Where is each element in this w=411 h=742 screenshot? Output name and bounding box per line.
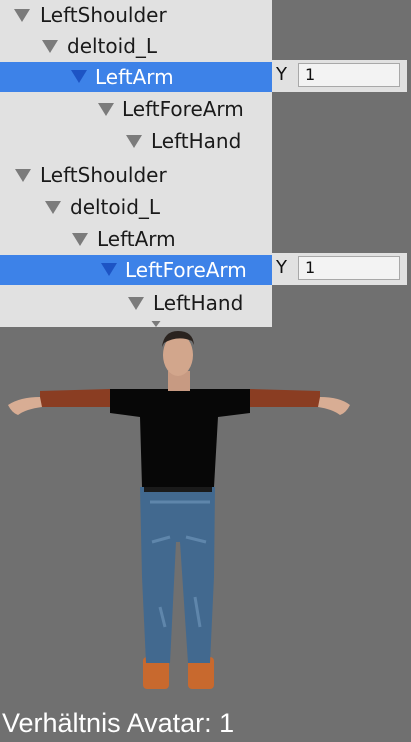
tree-item-leftarm[interactable]: LeftArm	[0, 62, 272, 92]
expand-arrow-icon[interactable]	[101, 263, 117, 276]
y-field-row: Y 1	[272, 253, 407, 285]
expand-arrow-icon[interactable]	[15, 169, 31, 182]
expand-arrow-icon[interactable]	[126, 135, 142, 148]
tree-item-label: LeftForeArm	[125, 258, 247, 282]
tree-item-leftarm[interactable]: LeftArm	[0, 224, 272, 256]
tree-item-leftforearm[interactable]: LeftForeArm	[0, 94, 272, 126]
tree-item-label: LeftShoulder	[40, 3, 167, 27]
tree-item-label: LeftArm	[95, 65, 174, 89]
tree-item-leftforearm[interactable]: LeftForeArm	[0, 255, 272, 285]
avatar-figure	[8, 331, 350, 689]
y-field-row: Y 1	[272, 60, 407, 92]
hierarchy-panel: LeftShoulder deltoid_L LeftArm LeftForeA…	[0, 0, 272, 327]
tree-item-label: LeftForeArm	[122, 97, 244, 121]
tree-item-leftshoulder[interactable]: LeftShoulder	[0, 160, 272, 192]
expand-arrow-icon[interactable]	[71, 70, 87, 83]
tree-item-lefthand[interactable]: LeftHand	[0, 126, 272, 158]
tree-item-label: LeftHand	[151, 129, 242, 153]
right-forearm	[250, 389, 320, 407]
jeans	[140, 487, 215, 663]
expand-arrow-icon[interactable]	[98, 103, 114, 116]
tree-item-label: deltoid_L	[70, 195, 161, 219]
tree-item-deltoid-l[interactable]: deltoid_L	[0, 31, 272, 63]
tree-item-label: LeftHand	[153, 291, 244, 315]
black-shirt	[110, 389, 250, 487]
tree-item-label: LeftArm	[97, 227, 176, 251]
y-field-input[interactable]: 1	[298, 63, 400, 87]
expand-arrow-icon[interactable]	[128, 297, 144, 310]
tree-item-label: deltoid_L	[67, 34, 158, 58]
avatar-ratio-label: Verhältnis Avatar: 1	[2, 708, 235, 738]
y-field-input[interactable]: 1	[298, 256, 400, 280]
tree-item-deltoid-l[interactable]: deltoid_L	[0, 192, 272, 224]
tree-item-leftshoulder[interactable]: LeftShoulder	[0, 0, 272, 32]
left-forearm	[40, 389, 110, 407]
tree-item-lefthand[interactable]: LeftHand	[0, 288, 272, 320]
right-hand	[318, 397, 350, 415]
expand-arrow-icon[interactable]	[45, 201, 61, 214]
tree-item-label: LeftShoulder	[40, 163, 167, 187]
y-field-label: Y	[276, 64, 287, 85]
left-hand	[8, 397, 42, 415]
expand-arrow-icon[interactable]	[42, 40, 58, 53]
avatar-viewport	[8, 331, 350, 689]
expand-arrow-icon[interactable]	[72, 233, 88, 246]
expand-arrow-icon[interactable]	[14, 9, 30, 22]
y-field-label: Y	[276, 257, 287, 278]
